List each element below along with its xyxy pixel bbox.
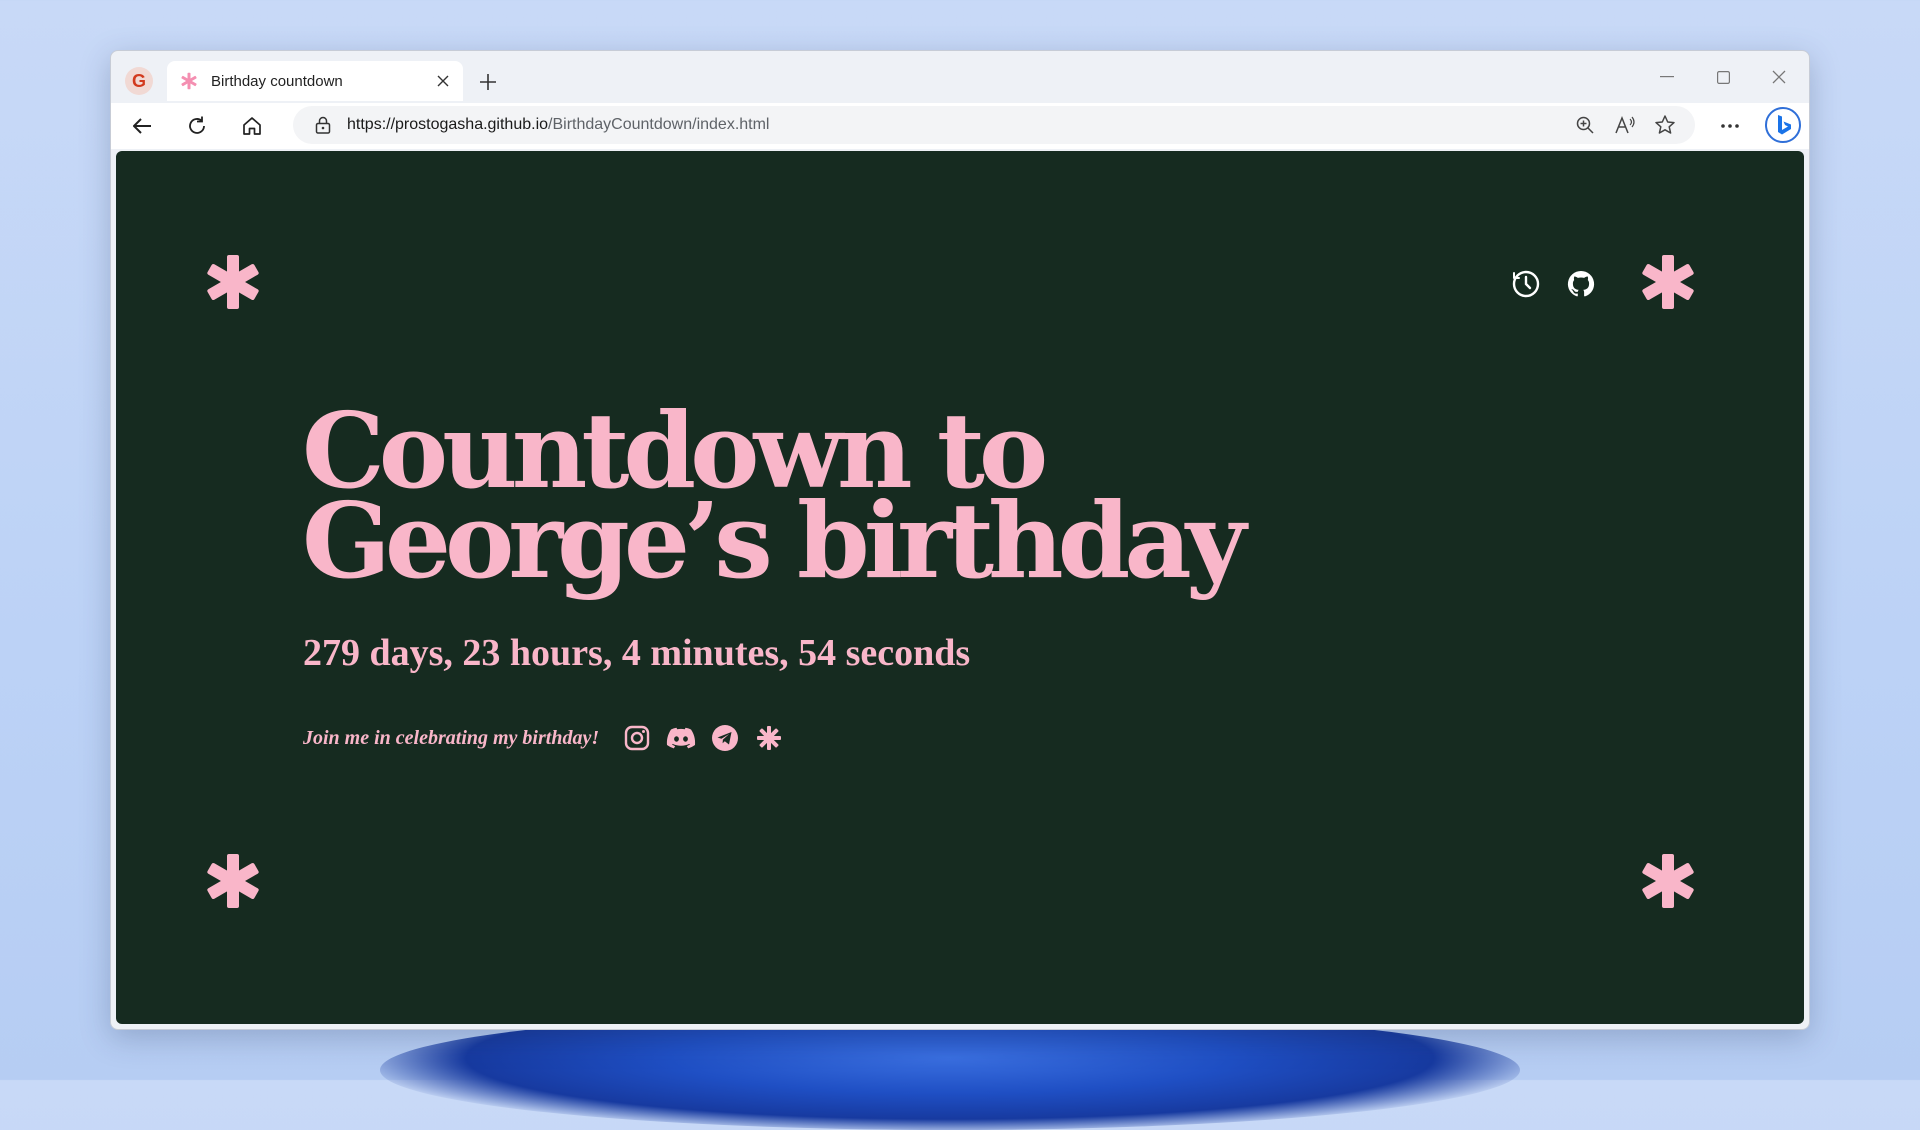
telegram-icon[interactable] xyxy=(709,722,741,754)
browser-window: G Birthday countdown https://prostogasha… xyxy=(110,50,1810,1030)
new-tab-button[interactable] xyxy=(473,67,503,97)
url-text[interactable]: https://prostogasha.github.io/BirthdayCo… xyxy=(347,116,1565,134)
celebrate-text: Join me in celebrating my birthday! xyxy=(303,726,600,749)
social-row: Join me in celebrating my birthday! xyxy=(303,716,797,760)
discord-icon[interactable] xyxy=(665,722,697,754)
bing-copilot-icon[interactable] xyxy=(1763,105,1803,145)
page-content: Countdown to George’s birthday 279 days,… xyxy=(116,151,1804,1024)
tab-close-icon[interactable] xyxy=(429,67,457,95)
clock-icon[interactable] xyxy=(1511,269,1541,299)
page-title: Countdown to George’s birthday xyxy=(302,389,1246,602)
asterisk-decoration-icon xyxy=(205,853,261,909)
home-icon[interactable] xyxy=(235,109,269,143)
countdown-text: 279 days, 23 hours, 4 minutes, 54 second… xyxy=(303,632,971,674)
close-window-icon[interactable] xyxy=(1751,61,1807,93)
instagram-icon[interactable] xyxy=(621,722,653,754)
tab-title: Birthday countdown xyxy=(211,72,343,90)
more-options-icon[interactable] xyxy=(1713,109,1747,143)
back-arrow-icon[interactable] xyxy=(125,109,159,143)
profile-avatar[interactable]: G xyxy=(125,67,153,95)
zoom-in-icon[interactable] xyxy=(1565,108,1605,142)
lock-icon[interactable] xyxy=(313,115,333,135)
refresh-icon[interactable] xyxy=(180,109,214,143)
address-bar[interactable]: https://prostogasha.github.io/BirthdayCo… xyxy=(293,106,1695,144)
tab-bar: G Birthday countdown xyxy=(111,51,1809,103)
asterisk-decoration-icon xyxy=(1640,254,1696,310)
asterisk-icon[interactable] xyxy=(753,722,785,754)
asterisk-decoration-icon xyxy=(1640,853,1696,909)
browser-toolbar: https://prostogasha.github.io/BirthdayCo… xyxy=(111,103,1809,149)
tab-birthday-countdown[interactable]: Birthday countdown xyxy=(167,61,463,101)
maximize-icon[interactable] xyxy=(1695,61,1751,93)
asterisk-favicon-icon xyxy=(179,71,199,91)
minimize-icon[interactable] xyxy=(1639,61,1695,93)
read-aloud-icon[interactable] xyxy=(1605,108,1645,142)
asterisk-decoration-icon xyxy=(205,254,261,310)
favorite-star-icon[interactable] xyxy=(1645,108,1685,142)
github-icon[interactable] xyxy=(1566,269,1596,299)
